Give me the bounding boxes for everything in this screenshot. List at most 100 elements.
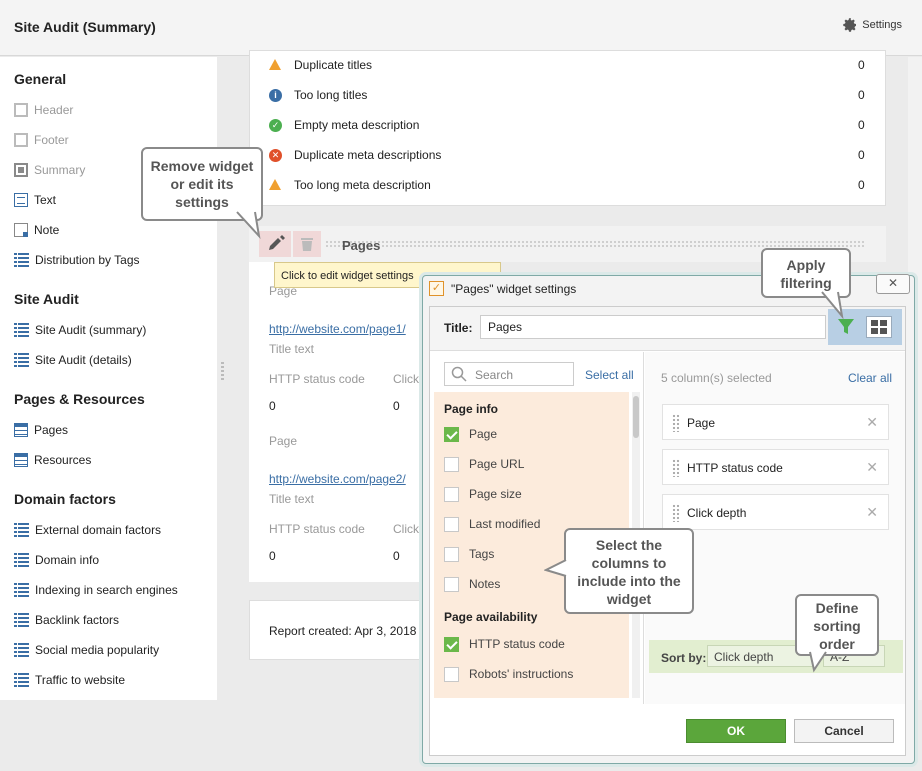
sidebar-item-pages[interactable]: Pages [14,421,68,439]
delete-widget-button[interactable] [293,231,321,257]
list-icon [14,643,29,657]
remove-icon[interactable]: ✕ [866,414,878,431]
error-icon: ✕ [269,149,282,162]
cancel-button[interactable]: Cancel [794,719,894,743]
status-value: 0 [269,549,276,563]
widget-settings-dialog: ✓ "Pages" widget settings ✕ Title: Searc… [422,274,915,764]
selected-column[interactable]: HTTP status code ✕ [662,449,889,485]
pane-splitter[interactable] [221,362,224,380]
sidebar-item-site-audit-summary[interactable]: Site Audit (summary) [14,321,146,339]
drag-handle-icon[interactable] [672,414,680,432]
dialog-title: "Pages" widget settings [451,282,577,296]
text-icon [14,193,28,207]
issue-value: 0 [858,148,865,162]
list-icon [14,523,29,537]
group-heading: Page availability [444,610,538,624]
sidebar-item-external-domain-factors[interactable]: External domain factors [14,521,161,539]
grid-icon [871,320,887,334]
checkbox[interactable] [444,516,459,532]
scroll-thumb[interactable] [633,396,639,438]
field-robots-instructions[interactable]: Robots' instructions [444,666,573,682]
status-label: HTTP status code [269,372,365,386]
select-all-link[interactable]: Select all [585,368,634,382]
sidebar-item-distribution-by-tags[interactable]: Distribution by Tags [14,251,140,269]
issue-value: 0 [858,88,865,102]
sidebar-item-header[interactable]: Header [14,101,73,119]
remove-icon[interactable]: ✕ [866,504,878,521]
callout-arrow [821,291,844,320]
trash-icon [301,238,313,251]
click-value: 0 [393,399,400,413]
table-icon [14,453,28,467]
selected-count: 5 column(s) selected [661,371,772,385]
sidebar-item-traffic[interactable]: Traffic to website [14,671,125,689]
note-icon [14,223,28,237]
click-label: Click [393,522,419,536]
list-icon [14,583,29,597]
drag-handle[interactable] [325,240,865,248]
gear-icon [843,18,857,32]
sidebar-item-backlink-factors[interactable]: Backlink factors [14,611,119,629]
search-icon [451,366,467,382]
title-text: Title text [269,492,314,506]
field-notes[interactable]: Notes [444,576,500,592]
remove-icon[interactable]: ✕ [866,459,878,476]
field-last-modified[interactable]: Last modified [444,516,540,532]
drag-handle-icon[interactable] [672,504,680,522]
grid-view-button[interactable] [866,316,892,338]
footer-icon [14,133,28,147]
field-page-size[interactable]: Page size [444,486,522,502]
sidebar-item-summary[interactable]: Summary [14,161,85,179]
settings-button[interactable]: Settings [842,17,902,33]
drag-handle-icon[interactable] [672,459,680,477]
list-icon [14,553,29,567]
group-heading: Page info [444,402,499,416]
title-input[interactable] [480,315,826,339]
sidebar-item-resources[interactable]: Resources [14,451,91,469]
close-button[interactable]: ✕ [876,274,910,294]
selected-column[interactable]: Click depth ✕ [662,494,889,530]
sidebar-item-footer[interactable]: Footer [14,131,69,149]
report-created: Report created: Apr 3, 2018 [269,624,417,638]
section-heading-site-audit: Site Audit [14,291,79,307]
sidebar-item-note[interactable]: Note [14,221,59,239]
field-http-status-code[interactable]: HTTP status code [444,636,565,652]
search-input[interactable]: Search [444,362,574,386]
click-label: Click [393,372,419,386]
field-tags[interactable]: Tags [444,546,494,562]
sidebar-item-indexing[interactable]: Indexing in search engines [14,581,178,599]
warning-icon [269,59,281,70]
header-icon [14,103,28,117]
ok-button[interactable]: OK [686,719,786,743]
selected-column[interactable]: Page ✕ [662,404,889,440]
table-icon [14,423,28,437]
checkbox[interactable] [444,426,459,442]
sidebar-item-social-media[interactable]: Social media popularity [14,641,159,659]
sidebar-item-domain-info[interactable]: Domain info [14,551,99,569]
callout-arrow [544,559,567,577]
issue-value: 0 [858,178,865,192]
field-page[interactable]: Page [444,426,497,442]
status-label: HTTP status code [269,522,365,536]
title-text: Title text [269,342,314,356]
sidebar-item-text[interactable]: Text [14,191,56,209]
checkbox[interactable] [444,636,459,652]
section-heading-pages-resources: Pages & Resources [14,391,145,407]
checklist-icon: ✓ [429,281,444,296]
sidebar-item-site-audit-details[interactable]: Site Audit (details) [14,351,132,369]
checkbox[interactable] [444,456,459,472]
clear-all-link[interactable]: Clear all [848,371,892,385]
checkbox[interactable] [444,576,459,592]
top-bar: Site Audit (Summary) Settings [0,0,922,56]
page-link[interactable]: http://website.com/page1/ [269,322,406,336]
page-link[interactable]: http://website.com/page2/ [269,472,406,486]
warning-icon [269,179,281,190]
checkbox[interactable] [444,486,459,502]
checkbox[interactable] [444,666,459,682]
list-icon [14,323,29,337]
list-icon [14,673,29,687]
field-page-url[interactable]: Page URL [444,456,524,472]
title-label: Title: [444,321,473,335]
list-icon [14,613,29,627]
checkbox[interactable] [444,546,459,562]
